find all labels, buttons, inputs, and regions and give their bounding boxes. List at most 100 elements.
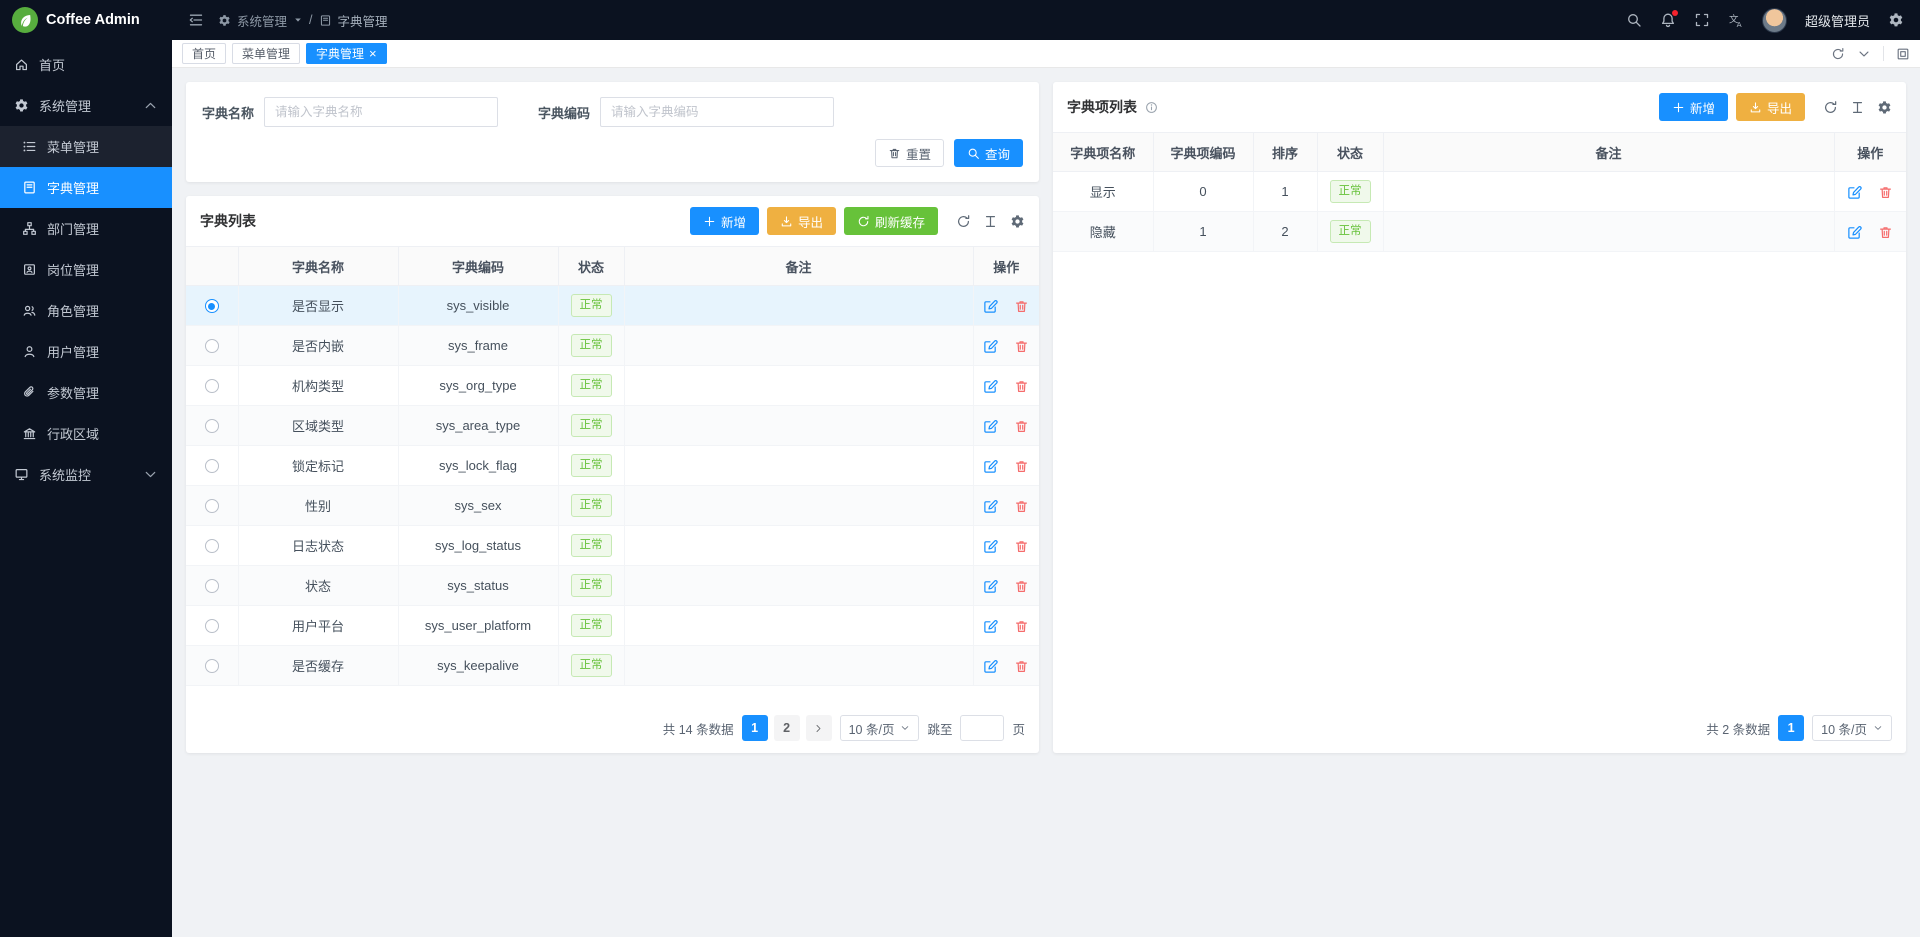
fullscreen-icon[interactable]	[1694, 12, 1710, 28]
column-settings-icon[interactable]	[1877, 100, 1892, 115]
delete-icon[interactable]	[1014, 339, 1029, 354]
table-row[interactable]: 区域类型 sys_area_type 正常	[186, 406, 1039, 446]
sidebar-item-role[interactable]: 角色管理	[0, 290, 172, 331]
jump-page-input[interactable]	[960, 715, 1004, 741]
row-radio[interactable]	[205, 579, 219, 593]
edit-icon[interactable]	[983, 299, 998, 314]
delete-icon[interactable]	[1878, 225, 1893, 240]
sidebar-item-dept[interactable]: 部门管理	[0, 208, 172, 249]
edit-icon[interactable]	[983, 579, 998, 594]
edit-icon[interactable]	[983, 619, 998, 634]
table-row[interactable]: 锁定标记 sys_lock_flag 正常	[186, 446, 1039, 486]
page-size-select[interactable]: 10 条/页	[1812, 715, 1892, 741]
table-density-icon[interactable]	[983, 214, 998, 229]
page-button-1[interactable]: 1	[1778, 715, 1804, 741]
language-icon[interactable]: 文A	[1728, 12, 1744, 28]
row-radio[interactable]	[205, 499, 219, 513]
next-page-button[interactable]	[806, 715, 832, 741]
tab-actions-chevron-icon[interactable]	[1857, 47, 1871, 61]
tab-0[interactable]: 首页	[182, 43, 226, 64]
delete-icon[interactable]	[1014, 299, 1029, 314]
export-dict-button[interactable]: 导出	[767, 207, 836, 235]
row-radio[interactable]	[205, 539, 219, 553]
column-settings-icon[interactable]	[1010, 214, 1025, 229]
notification-bell-icon[interactable]	[1660, 12, 1676, 28]
delete-icon[interactable]	[1014, 579, 1029, 594]
status-badge: 正常	[571, 374, 612, 396]
sidebar-item-post[interactable]: 岗位管理	[0, 249, 172, 290]
sidebar-item-area[interactable]: 行政区域	[0, 413, 172, 454]
table-row[interactable]: 隐藏 1 2 正常	[1053, 212, 1906, 252]
edit-icon[interactable]	[983, 539, 998, 554]
dict-name-input[interactable]	[264, 97, 498, 127]
sidebar-item-user[interactable]: 用户管理	[0, 331, 172, 372]
sidebar-item-param[interactable]: 参数管理	[0, 372, 172, 413]
page-size-select[interactable]: 10 条/页	[840, 715, 920, 741]
sidebar-item-menu[interactable]: 菜单管理	[0, 126, 172, 167]
settings-gear-icon[interactable]	[1888, 12, 1904, 28]
row-radio[interactable]	[205, 659, 219, 673]
row-radio[interactable]	[205, 419, 219, 433]
close-icon[interactable]: ×	[369, 47, 377, 60]
edit-icon[interactable]	[1847, 225, 1862, 240]
user-name[interactable]: 超级管理员	[1805, 11, 1870, 30]
delete-icon[interactable]	[1878, 185, 1893, 200]
edit-icon[interactable]	[983, 659, 998, 674]
sidebar-item-label: 部门管理	[47, 219, 99, 238]
table-row[interactable]: 用户平台 sys_user_platform 正常	[186, 606, 1039, 646]
delete-icon[interactable]	[1014, 459, 1029, 474]
search-icon[interactable]	[1626, 12, 1642, 28]
row-radio[interactable]	[205, 459, 219, 473]
delete-icon[interactable]	[1014, 499, 1029, 514]
user-avatar[interactable]	[1762, 8, 1787, 33]
row-radio[interactable]	[205, 619, 219, 633]
edit-icon[interactable]	[983, 459, 998, 474]
edit-icon[interactable]	[983, 499, 998, 514]
row-radio[interactable]	[205, 299, 219, 313]
info-icon[interactable]	[1145, 101, 1158, 114]
remark-cell	[624, 526, 973, 566]
delete-icon[interactable]	[1014, 419, 1029, 434]
edit-icon[interactable]	[1847, 185, 1862, 200]
refresh-table-icon[interactable]	[956, 214, 971, 229]
refresh-tabs-icon[interactable]	[1831, 47, 1845, 61]
sidebar-item-dict[interactable]: 字典管理	[0, 167, 172, 208]
tab-1[interactable]: 菜单管理	[232, 43, 300, 64]
query-button[interactable]: 查询	[954, 139, 1023, 167]
table-row[interactable]: 日志状态 sys_log_status 正常	[186, 526, 1039, 566]
row-radio[interactable]	[205, 379, 219, 393]
reset-button[interactable]: 重置	[875, 139, 944, 167]
table-density-icon[interactable]	[1850, 100, 1865, 115]
sidebar-toggle-icon[interactable]	[188, 12, 204, 28]
sidebar-item-home[interactable]: 首页	[0, 44, 172, 85]
page-button-2[interactable]: 2	[774, 715, 800, 741]
tab-2[interactable]: 字典管理×	[306, 43, 387, 64]
refresh-table-icon[interactable]	[1823, 100, 1838, 115]
delete-icon[interactable]	[1014, 619, 1029, 634]
table-row[interactable]: 机构类型 sys_org_type 正常	[186, 366, 1039, 406]
table-row[interactable]: 是否显示 sys_visible 正常	[186, 286, 1039, 326]
add-dict-button[interactable]: 新增	[690, 207, 759, 235]
delete-icon[interactable]	[1014, 659, 1029, 674]
delete-icon[interactable]	[1014, 379, 1029, 394]
table-row[interactable]: 状态 sys_status 正常	[186, 566, 1039, 606]
breadcrumb-root[interactable]: 系统管理	[237, 11, 287, 30]
export-dict-item-button[interactable]: 导出	[1736, 93, 1805, 121]
table-row[interactable]: 是否缓存 sys_keepalive 正常	[186, 646, 1039, 686]
table-row[interactable]: 是否内嵌 sys_frame 正常	[186, 326, 1039, 366]
edit-icon[interactable]	[983, 379, 998, 394]
edit-icon[interactable]	[983, 339, 998, 354]
edit-icon[interactable]	[983, 419, 998, 434]
sidebar-group-0[interactable]: 系统管理	[0, 85, 172, 126]
app-logo[interactable]: Coffee Admin	[0, 0, 172, 40]
add-dict-item-button[interactable]: 新增	[1659, 93, 1728, 121]
delete-icon[interactable]	[1014, 539, 1029, 554]
dict-code-input[interactable]	[600, 97, 834, 127]
layout-icon[interactable]	[1896, 47, 1910, 61]
table-row[interactable]: 性别 sys_sex 正常	[186, 486, 1039, 526]
row-radio[interactable]	[205, 339, 219, 353]
table-row[interactable]: 显示 0 1 正常	[1053, 172, 1906, 212]
sidebar-group-1[interactable]: 系统监控	[0, 454, 172, 495]
refresh-cache-button[interactable]: 刷新缓存	[844, 207, 938, 235]
page-button-1[interactable]: 1	[742, 715, 768, 741]
